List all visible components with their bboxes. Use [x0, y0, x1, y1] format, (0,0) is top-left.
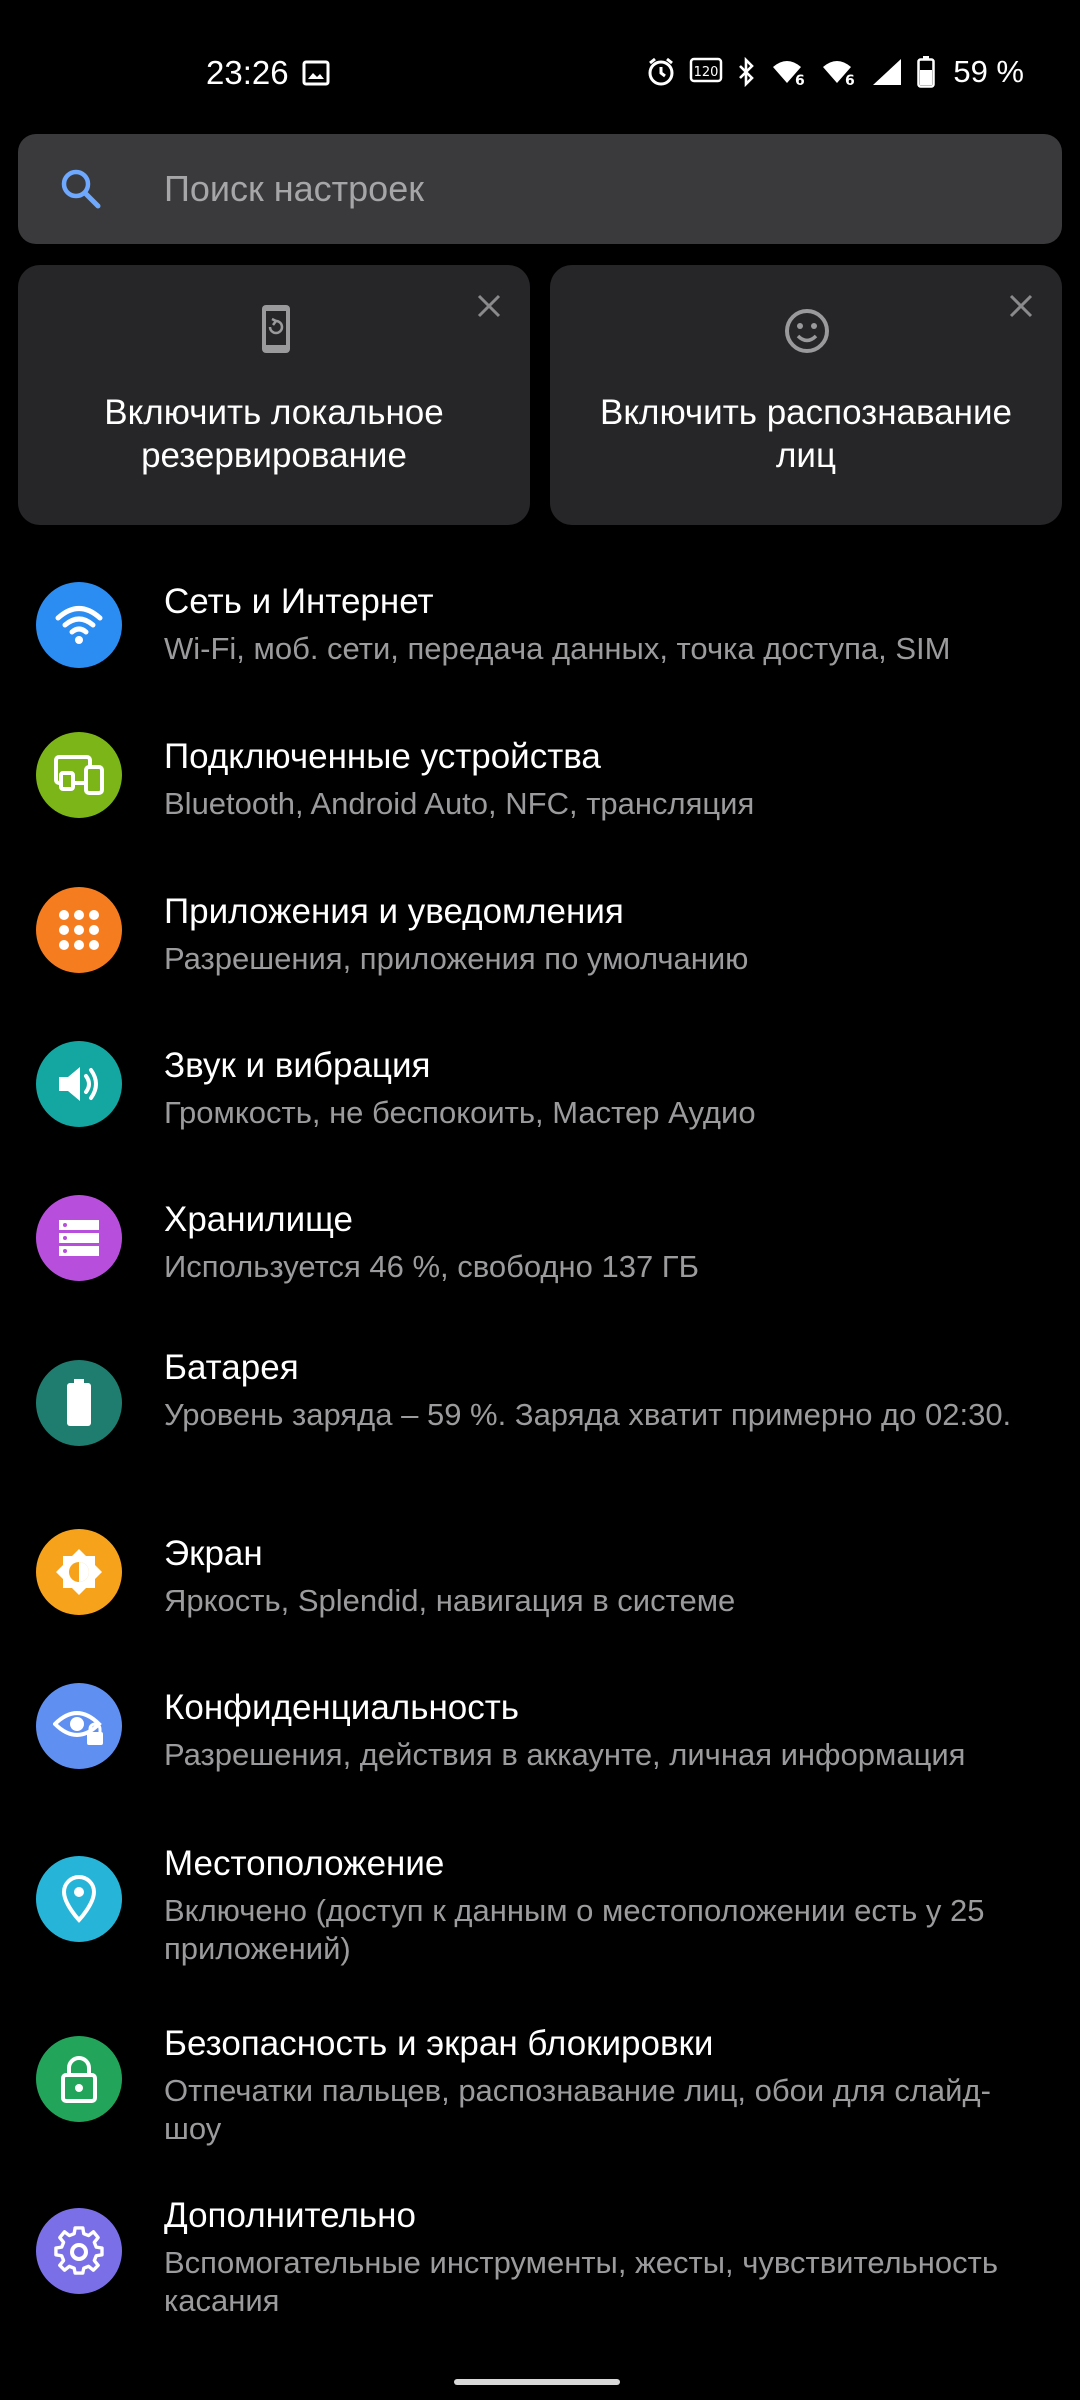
item-title: Батарея [164, 1348, 299, 1387]
brightness-icon [56, 1549, 102, 1595]
settings-item-additional[interactable]: Дополнительно Вспомогательные инструмент… [0, 2194, 1080, 2362]
settings-item-storage[interactable]: Хранилище Используется 46 %, свободно 13… [0, 1178, 1080, 1328]
search-icon [61, 169, 101, 209]
close-icon[interactable] [1002, 287, 1040, 325]
settings-item-display[interactable]: Экран Яркость, Splendid, навигация в сис… [0, 1512, 1080, 1662]
svg-text:6: 6 [845, 73, 855, 87]
item-subtitle: Отпечатки пальцев, распознавание лиц, об… [164, 2073, 991, 2146]
settings-item-sound[interactable]: Звук и вибрация Громкость, не беспокоить… [0, 1024, 1080, 1174]
settings-item-connected-devices[interactable]: Подключенные устройства Bluetooth, Andro… [0, 715, 1080, 865]
volume-icon [59, 1067, 98, 1101]
search-bar[interactable]: Поиск настроек [18, 134, 1062, 244]
wifi6-icon: 6 [823, 61, 855, 87]
item-subtitle: Громкость, не беспокоить, Мастер Аудио [164, 1095, 756, 1130]
search-input[interactable]: Поиск настроек [164, 168, 424, 210]
wifi6-icon: 6 [773, 61, 805, 87]
apps-grid-icon [59, 910, 99, 950]
bluetooth-icon [739, 57, 755, 87]
phone-backup-icon [262, 305, 290, 353]
item-title: Хранилище [164, 1200, 353, 1239]
battery-icon [917, 56, 936, 88]
settings-item-privacy[interactable]: Конфиденциальность Разрешения, действия … [0, 1666, 1080, 1816]
item-title: Конфиденциальность [164, 1688, 520, 1727]
item-title: Приложения и уведомления [164, 892, 624, 931]
settings-item-network[interactable]: Сеть и Интернет Wi‑Fi, моб. сети, переда… [0, 560, 1080, 710]
gear-icon-badge [36, 2208, 122, 2294]
status-bar: 23:26 120 6 6 59 % [0, 0, 1080, 130]
item-title: Дополнительно [164, 2196, 416, 2235]
lock-icon [61, 2056, 97, 2103]
apps-grid-icon-badge [36, 887, 122, 973]
status-icons: 120 6 6 59 % [647, 54, 1024, 90]
svg-text:6: 6 [795, 73, 805, 87]
devices-icon [54, 755, 104, 795]
brightness-icon-badge [36, 1529, 122, 1615]
alarm-icon [648, 57, 674, 86]
location-pin-icon [61, 1874, 97, 1923]
battery-percent: 59 % [953, 54, 1024, 89]
battery-icon-badge [36, 1360, 122, 1446]
item-title: Звук и вибрация [164, 1046, 431, 1085]
wifi-icon-badge [36, 582, 122, 668]
volume-icon-badge [36, 1041, 122, 1127]
item-title: Экран [164, 1534, 263, 1573]
refresh-rate-icon: 120 [690, 57, 723, 83]
suggestion-card-face-unlock[interactable]: Включить распознавание лиц [550, 265, 1062, 525]
close-icon[interactable] [470, 287, 508, 325]
item-title: Подключенные устройства [164, 737, 601, 776]
location-pin-icon-badge [36, 1856, 122, 1942]
image-icon [302, 60, 330, 86]
suggestion-text: Включить локальное резервирование [104, 393, 444, 475]
privacy-eye-icon [53, 1711, 103, 1745]
status-time: 23:26 [206, 54, 289, 91]
lock-icon-badge [36, 2036, 122, 2122]
suggestion-card-local-backup[interactable]: Включить локальное резервирование [18, 265, 530, 525]
item-subtitle: Включено (доступ к данным о местоположен… [164, 1893, 985, 1966]
storage-icon [59, 1220, 99, 1256]
suggestion-text: Включить распознавание лиц [599, 393, 1013, 475]
item-subtitle: Уровень заряда – 59 %. Заряда хватит при… [164, 1397, 1012, 1432]
item-subtitle: Разрешения, действия в аккаунте, личная … [164, 1737, 966, 1772]
settings-item-security[interactable]: Безопасность и экран блокировки Отпечатк… [0, 2016, 1080, 2184]
item-subtitle: Bluetooth, Android Auto, NFC, трансляция [164, 786, 755, 821]
item-subtitle: Разрешения, приложения по умолчанию [164, 941, 749, 976]
wifi-icon [55, 606, 103, 644]
item-subtitle: Wi‑Fi, моб. сети, передача данных, точка… [164, 631, 951, 666]
settings-item-apps[interactable]: Приложения и уведомления Разрешения, при… [0, 870, 1080, 1020]
devices-icon-badge [36, 732, 122, 818]
battery-icon [67, 1379, 91, 1426]
item-title: Местоположение [164, 1844, 445, 1883]
item-title: Безопасность и экран блокировки [164, 2024, 714, 2063]
item-subtitle: Яркость, Splendid, навигация в системе [164, 1583, 736, 1618]
face-icon [785, 309, 829, 353]
item-title: Сеть и Интернет [164, 582, 434, 621]
cell-signal-icon [873, 59, 902, 85]
item-subtitle: Вспомогательные инструменты, жесты, чувс… [164, 2245, 999, 2318]
item-subtitle: Используется 46 %, свободно 137 ГБ [164, 1249, 699, 1284]
gear-icon [54, 2226, 104, 2275]
settings-item-battery[interactable]: Батарея Уровень заряда – 59 %. Заряда хв… [0, 1340, 1080, 1508]
privacy-eye-icon-badge [36, 1683, 122, 1769]
svg-text:120: 120 [694, 65, 719, 80]
settings-item-location[interactable]: Местоположение Включено (доступ к данным… [0, 1836, 1080, 2004]
home-indicator[interactable] [454, 2379, 620, 2385]
storage-icon-badge [36, 1195, 122, 1281]
